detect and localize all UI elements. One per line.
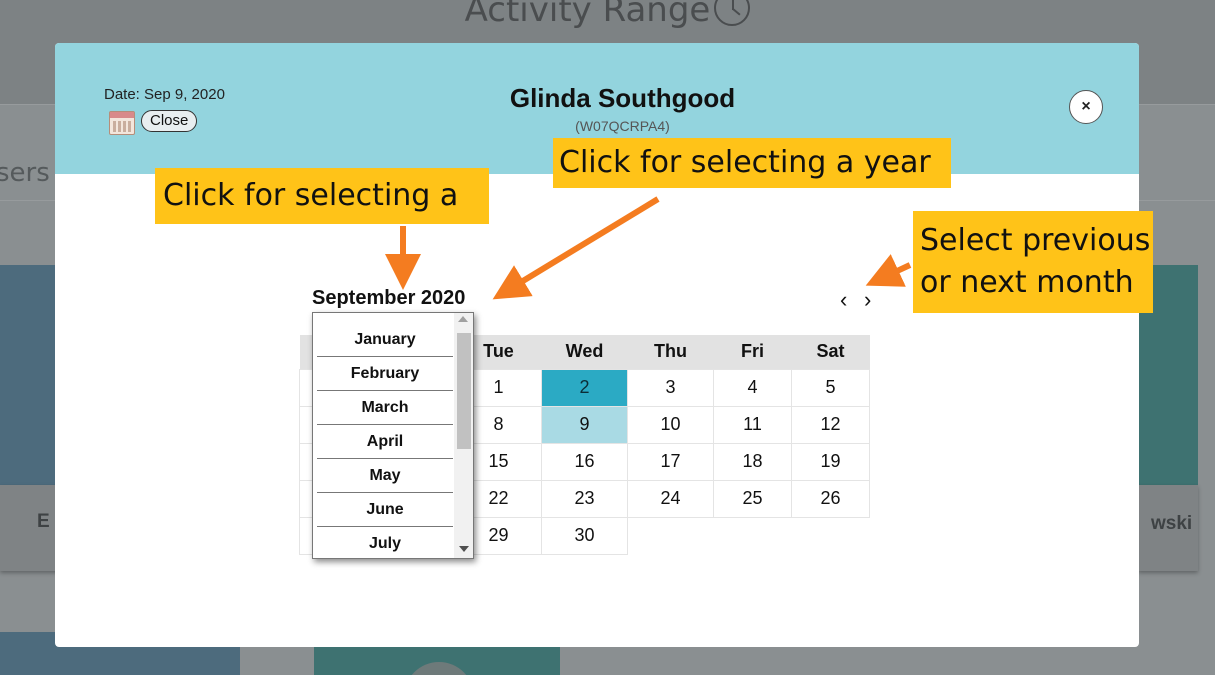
background-user-card-name: wski xyxy=(1151,513,1193,534)
month-option[interactable]: February xyxy=(317,359,453,391)
calendar-day-selected[interactable]: 9 xyxy=(541,405,628,444)
calendar-day-today[interactable]: 2 xyxy=(541,368,628,407)
calendar-day[interactable]: 5 xyxy=(791,368,870,407)
calendar-day[interactable]: 11 xyxy=(713,405,792,444)
month-hint-callout: Click for selecting a xyxy=(155,168,489,224)
month-option[interactable]: April xyxy=(317,427,453,459)
background-users-heading: sers xyxy=(0,158,50,188)
calendar-day[interactable]: 12 xyxy=(791,405,870,444)
user-name: Glinda Southgood xyxy=(509,83,736,113)
user-id: (W07QCRPA4) xyxy=(575,118,670,134)
dropdown-scrollbar[interactable] xyxy=(454,313,473,558)
nav-hint-callout: Select previous or next month xyxy=(913,211,1153,313)
background-user-card-image xyxy=(0,265,60,485)
calendar-day[interactable]: 19 xyxy=(791,442,870,481)
scroll-thumb[interactable] xyxy=(457,333,471,449)
calendar-day[interactable]: 23 xyxy=(541,479,628,518)
weekday-header: Thu xyxy=(627,335,714,369)
calendar-day-empty xyxy=(714,517,792,554)
calendar-day[interactable]: 4 xyxy=(713,368,792,407)
page-title-text: Activity Range xyxy=(464,0,711,30)
weekday-header: Wed xyxy=(541,335,628,369)
previous-month-button[interactable]: ‹ xyxy=(840,287,847,313)
calendar-day-empty xyxy=(792,517,870,554)
month-option[interactable]: March xyxy=(317,393,453,425)
year-hint-callout: Click for selecting a year xyxy=(553,138,951,188)
calendar-day[interactable]: 25 xyxy=(713,479,792,518)
next-month-button[interactable]: › xyxy=(864,287,871,313)
month-year-selector[interactable]: September 2020 xyxy=(312,287,465,310)
weekday-header: Sat xyxy=(791,335,870,369)
nav-hint-line: Select previous xyxy=(920,223,1151,258)
nav-hint-line: or next month xyxy=(920,265,1134,300)
weekday-header: Fri xyxy=(713,335,792,369)
calendar-day[interactable]: 3 xyxy=(627,368,714,407)
scroll-up-arrow-icon[interactable] xyxy=(458,316,468,322)
month-option[interactable]: July xyxy=(317,529,453,558)
clock-icon xyxy=(714,0,751,26)
background-page-title: Activity Range xyxy=(0,0,1215,30)
calendar-day[interactable]: 30 xyxy=(541,516,628,555)
month-dropdown[interactable]: January February March April May June Ju… xyxy=(312,312,474,559)
scroll-down-arrow-icon[interactable] xyxy=(459,546,469,552)
calendar-day[interactable]: 26 xyxy=(791,479,870,518)
month-option[interactable]: May xyxy=(317,461,453,493)
calendar-day[interactable]: 16 xyxy=(541,442,628,481)
calendar-day[interactable]: 10 xyxy=(627,405,714,444)
month-option[interactable]: January xyxy=(317,325,453,357)
background-user-card: E xyxy=(0,485,60,571)
user-activity-modal: Date: Sep 9, 2020 Close Glinda Southgood… xyxy=(55,43,1139,647)
close-modal-button[interactable]: × xyxy=(1069,90,1103,124)
calendar-day[interactable]: 17 xyxy=(627,442,714,481)
background-user-card-name: E xyxy=(37,511,50,532)
background-user-card: wski xyxy=(1138,485,1198,571)
calendar-day[interactable]: 24 xyxy=(627,479,714,518)
calendar-day[interactable]: 18 xyxy=(713,442,792,481)
month-option[interactable]: June xyxy=(317,495,453,527)
calendar-day-empty xyxy=(628,517,714,554)
